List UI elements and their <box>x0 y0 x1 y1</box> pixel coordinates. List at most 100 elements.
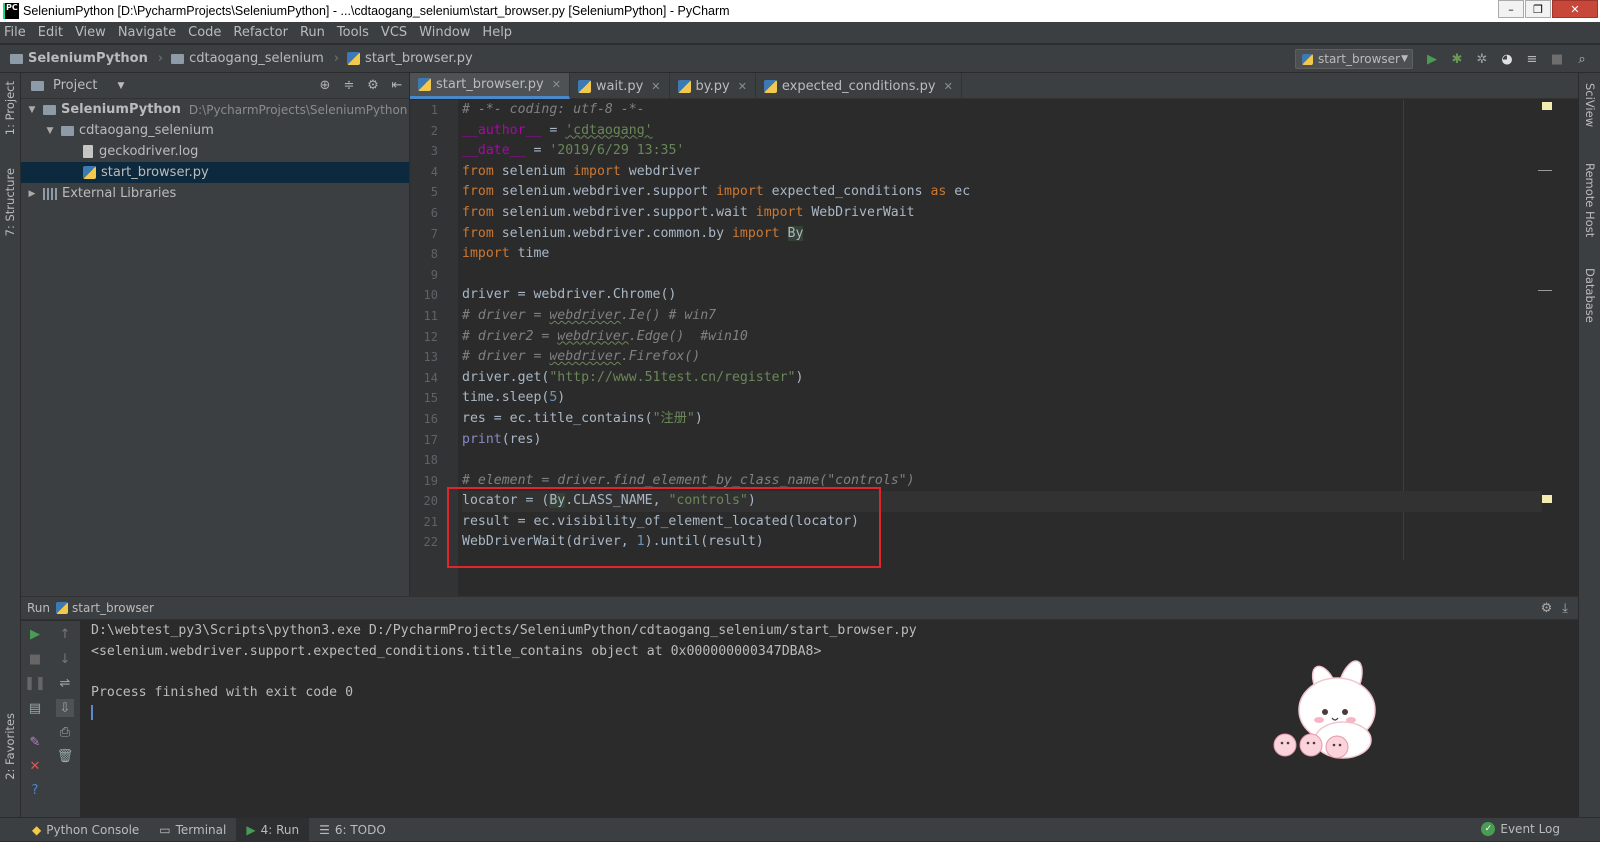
close-tab-icon[interactable]: ✕ <box>738 80 747 93</box>
todo-icon: ☰ <box>319 822 330 837</box>
code-line[interactable]: # driver = webdriver.Ie() # win7 <box>462 306 1542 327</box>
stop-icon[interactable]: ■ <box>26 650 44 668</box>
concurrency-icon[interactable]: ≡ <box>1524 51 1540 67</box>
tool-tab-database[interactable]: Database <box>1583 268 1597 323</box>
pause-icon[interactable]: ❚❚ <box>24 674 46 692</box>
tree-item-folder[interactable]: ▼ cdtaogang_selenium <box>21 120 409 141</box>
menu-navigate[interactable]: Navigate <box>118 25 176 40</box>
pin-icon[interactable]: ✎ <box>26 733 44 751</box>
breadcrumb-folder[interactable]: cdtaogang_selenium <box>171 51 324 66</box>
tab-by[interactable]: by.py ✕ <box>670 73 756 99</box>
code-line[interactable]: from selenium.webdriver.support import e… <box>462 182 1542 203</box>
highlight-annotation-box <box>447 487 881 568</box>
menu-tools[interactable]: Tools <box>337 25 369 40</box>
code-line[interactable]: print(res) <box>462 430 1542 451</box>
coverage-icon[interactable]: ✲ <box>1474 51 1490 67</box>
breadcrumb-project[interactable]: SeleniumPython <box>10 51 148 66</box>
rerun-icon[interactable]: ▶ <box>26 625 44 643</box>
event-log-button[interactable]: ✓ Event Log <box>1481 822 1560 836</box>
console-output[interactable]: D:\webtest_py3\Scripts\python3.exe D:/Py… <box>91 621 917 724</box>
run-panel-header: Run start_browser ⚙ ⤓ <box>21 597 1578 620</box>
run-configuration-select[interactable]: start_browser ▼ <box>1295 49 1413 69</box>
menu-file[interactable]: File <box>4 25 26 40</box>
code-line[interactable]: __date__ = '2019/6/29 13:35' <box>462 141 1542 162</box>
menu-window[interactable]: Window <box>419 25 470 40</box>
up-arrow-icon[interactable]: ↑ <box>56 625 74 643</box>
code-line[interactable]: driver.get("http://www.51test.cn/registe… <box>462 368 1542 389</box>
tool-tab-sciview[interactable]: SciView <box>1583 83 1597 127</box>
maximize-button[interactable]: ❐ <box>1525 0 1551 18</box>
soft-wrap-icon[interactable]: ⇌ <box>56 674 74 692</box>
warning-marker[interactable] <box>1542 495 1552 503</box>
code-line[interactable]: from selenium import webdriver <box>462 162 1542 183</box>
trash-icon[interactable]: 🗑 <box>56 747 74 765</box>
menu-vcs[interactable]: VCS <box>381 25 407 40</box>
code-line[interactable]: time.sleep(5) <box>462 388 1542 409</box>
menu-help[interactable]: Help <box>482 25 512 40</box>
tool-tab-structure[interactable]: 7: Structure <box>3 168 17 236</box>
search-icon[interactable]: ⌕ <box>1574 51 1590 67</box>
profile-icon[interactable]: ◕ <box>1499 51 1515 67</box>
code-line[interactable] <box>462 265 1542 286</box>
tab-expected-conditions[interactable]: expected_conditions.py ✕ <box>756 73 962 99</box>
tree-item-external-libraries[interactable]: ▶ External Libraries <box>21 183 409 204</box>
menu-edit[interactable]: Edit <box>38 25 63 40</box>
close-tab-icon[interactable]: ✕ <box>552 78 561 91</box>
expand-arrow-icon[interactable]: ▼ <box>25 105 39 115</box>
close-tab-icon[interactable]: ✕ <box>651 80 660 93</box>
tool-tab-favorites[interactable]: 2: Favorites <box>3 713 17 780</box>
expand-arrow-icon[interactable]: ▶ <box>25 189 39 199</box>
code-line[interactable]: # driver = webdriver.Firefox() <box>462 347 1542 368</box>
close-button[interactable]: ✕ <box>1552 0 1598 18</box>
project-panel-title[interactable]: Project <box>53 78 97 93</box>
code-line[interactable]: from selenium.webdriver.common.by import… <box>462 224 1542 245</box>
menu-run[interactable]: Run <box>300 25 325 40</box>
hide-panel-icon[interactable]: ⇤ <box>389 78 405 93</box>
menu-refactor[interactable]: Refactor <box>233 25 288 40</box>
tab-terminal[interactable]: ▭ Terminal <box>149 818 236 842</box>
close-tab-icon[interactable]: ✕ <box>944 80 953 93</box>
scroll-to-end-icon[interactable]: ⇩ <box>56 699 74 717</box>
menu-code[interactable]: Code <box>188 25 221 40</box>
close-icon[interactable]: ✕ <box>26 757 44 775</box>
code-line[interactable]: driver = webdriver.Chrome() <box>462 285 1542 306</box>
tab-wait[interactable]: wait.py ✕ <box>570 73 670 99</box>
code-line[interactable]: # -*- coding: utf-8 -*- <box>462 100 1542 121</box>
debug-icon[interactable]: ✱ <box>1449 51 1465 67</box>
tree-item-project-root[interactable]: ▼ SeleniumPython D:\PycharmProjects\Sele… <box>21 99 409 120</box>
minimize-button[interactable]: – <box>1498 0 1524 18</box>
code-area[interactable]: # -*- coding: utf-8 -*- __author__ = 'cd… <box>462 100 1542 553</box>
tool-tab-remote-host[interactable]: Remote Host <box>1583 163 1597 237</box>
expand-arrow-icon[interactable]: ▼ <box>43 126 57 136</box>
code-line[interactable]: import time <box>462 244 1542 265</box>
run-icon[interactable]: ▶ <box>1424 51 1440 67</box>
tree-item-file-selected[interactable]: start_browser.py <box>21 162 409 183</box>
code-line[interactable] <box>462 450 1542 471</box>
code-line[interactable]: res = ec.title_contains("注册") <box>462 409 1542 430</box>
tab-todo[interactable]: ☰ 6: TODO <box>309 818 396 842</box>
menu-view[interactable]: View <box>75 25 106 40</box>
help-icon[interactable]: ? <box>26 781 44 799</box>
chevron-down-icon[interactable]: ▼ <box>117 81 124 91</box>
locate-icon[interactable]: ⊕ <box>317 78 333 93</box>
run-panel-config[interactable]: start_browser <box>72 601 154 615</box>
print-icon[interactable]: ⎙ <box>56 723 74 741</box>
tree-item-file[interactable]: geckodriver.log <box>21 141 409 162</box>
gear-icon[interactable]: ⚙ <box>365 78 381 93</box>
hide-panel-icon[interactable]: ⤓ <box>1562 601 1568 616</box>
tab-run[interactable]: ▶ 4: Run <box>236 817 310 842</box>
code-line[interactable]: __author__ = 'cdtaogang' <box>462 121 1542 142</box>
tab-start-browser[interactable]: start_browser.py ✕ <box>410 73 570 99</box>
breadcrumb-file[interactable]: start_browser.py <box>347 51 473 66</box>
tab-python-console[interactable]: ◆ Python Console <box>22 818 149 842</box>
warning-marker[interactable] <box>1542 102 1552 110</box>
code-line[interactable]: from selenium.webdriver.support.wait imp… <box>462 203 1542 224</box>
restore-layout-icon[interactable]: ▤ <box>26 699 44 717</box>
stop-icon[interactable]: ■ <box>1549 51 1565 67</box>
console-input-line[interactable] <box>91 703 917 724</box>
gear-icon[interactable]: ⚙ <box>1541 601 1553 616</box>
collapse-icon[interactable]: ≑ <box>341 78 357 93</box>
code-line[interactable]: # driver2 = webdriver.Edge() #win10 <box>462 327 1542 348</box>
tool-tab-project[interactable]: 1: Project <box>3 81 17 135</box>
down-arrow-icon[interactable]: ↓ <box>56 650 74 668</box>
